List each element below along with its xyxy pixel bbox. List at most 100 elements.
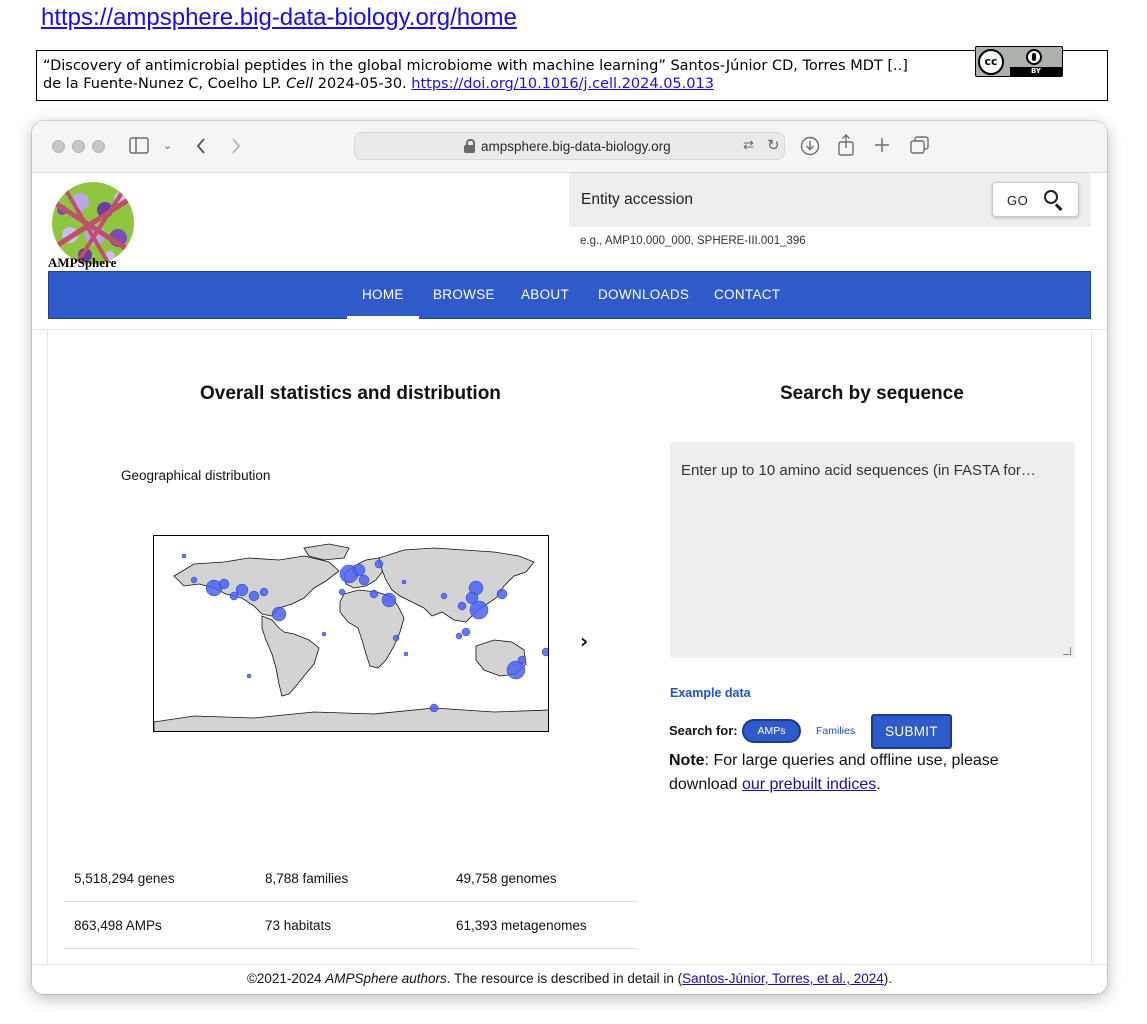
sequence-placeholder: Enter up to 10 amino acid sequences (in … <box>681 462 1036 479</box>
main-navbar: HOME BROWSE ABOUT DOWNLOADS CONTACT <box>48 271 1091 319</box>
note-label: Note <box>669 752 705 769</box>
nav-contact[interactable]: CONTACT <box>714 287 780 302</box>
asia-land <box>378 547 535 623</box>
geographical-distribution-map[interactable] <box>153 535 549 732</box>
sample-location-point <box>352 563 366 577</box>
sample-location-point <box>392 634 400 642</box>
share-icon[interactable] <box>837 134 855 156</box>
top-url-link[interactable]: https://ampsphere.big-data-biology.org/h… <box>41 4 517 32</box>
go-search-button[interactable]: GO <box>992 182 1079 217</box>
go-label: GO <box>1007 193 1029 208</box>
stats-heading: Overall statistics and distribution <box>200 383 501 404</box>
nav-active-indicator <box>347 316 419 319</box>
accession-hint: e.g., AMP10.000_000, SPHERE-III.001_396 <box>580 235 806 247</box>
submit-button[interactable]: SUBMIT <box>871 714 952 749</box>
lock-icon <box>464 139 475 153</box>
new-tab-icon[interactable] <box>874 137 890 153</box>
logo-text: AMPSphere <box>48 255 117 270</box>
stat-genes: 5,518,294 genes <box>74 871 175 886</box>
sidebar-icon[interactable] <box>129 137 149 154</box>
entity-accession-placeholder: Entity accession <box>581 191 693 208</box>
sample-location-point <box>541 647 548 657</box>
sample-location-point <box>457 601 467 611</box>
sample-location-point <box>369 589 379 599</box>
stats-row: 863,498 AMPs 73 habitats 61,393 metageno… <box>64 902 638 949</box>
note-end: . <box>876 776 881 793</box>
back-icon[interactable] <box>196 138 206 154</box>
sample-location-point <box>461 627 471 637</box>
resize-handle-icon[interactable] <box>1063 647 1071 655</box>
example-data-link[interactable]: Example data <box>670 686 751 700</box>
sample-location-point <box>455 632 463 640</box>
citation-journal: Cell <box>286 76 314 92</box>
content-border-right <box>1091 330 1092 970</box>
stats-table: 5,518,294 genes 8,788 families 49,758 ge… <box>64 855 638 949</box>
sample-location-point <box>469 600 489 620</box>
reload-icon[interactable]: ↻ <box>767 136 780 154</box>
north-america-land <box>173 555 340 617</box>
footer-end: ). <box>883 971 893 986</box>
sample-location-point <box>218 578 230 590</box>
footer-paper-link[interactable]: Santos-Júnior, Torres, et al., 2024 <box>682 971 884 986</box>
by-label: BY <box>1010 67 1062 76</box>
sample-location-point <box>374 559 384 569</box>
sample-location-point <box>259 587 269 597</box>
nav-about[interactable]: ABOUT <box>521 287 569 302</box>
sample-location-point <box>403 651 409 657</box>
antarctica-land <box>154 707 548 731</box>
prebuilt-indices-link[interactable]: our prebuilt indices <box>742 776 876 793</box>
stat-amps: 863,498 AMPs <box>74 918 162 933</box>
address-bar[interactable]: ampsphere.big-data-biology.org ⇄ ↻ <box>354 132 785 160</box>
footer-text: . The resource is described in detail in… <box>446 971 683 986</box>
address-url: ampsphere.big-data-biology.org <box>481 139 671 154</box>
sample-location-point <box>381 592 397 608</box>
sample-location-point <box>401 579 407 585</box>
nav-home[interactable]: HOME <box>362 287 404 302</box>
sample-location-point <box>429 703 439 713</box>
south-america-land <box>261 615 320 697</box>
nav-browse[interactable]: BROWSE <box>433 287 495 302</box>
nav-downloads[interactable]: DOWNLOADS <box>598 287 689 302</box>
option-families-toggle[interactable]: Families <box>816 725 855 737</box>
note-text: Note: For large queries and offline use,… <box>669 749 1049 797</box>
search-for-label: Search for: <box>669 723 738 738</box>
header-divider <box>32 329 1107 330</box>
minimize-window-button[interactable] <box>72 140 85 153</box>
map-next-arrow-icon[interactable]: › <box>580 629 588 653</box>
sample-location-point <box>517 655 527 665</box>
close-window-button[interactable] <box>52 140 65 153</box>
sample-location-point <box>248 590 260 602</box>
tab-overview-icon[interactable] <box>910 136 930 155</box>
attribution-person-icon <box>1026 49 1042 65</box>
world-map <box>154 543 548 731</box>
sample-location-point <box>496 588 508 600</box>
translate-icon[interactable]: ⇄ <box>743 137 754 153</box>
sample-location-point <box>229 591 239 601</box>
option-amps-toggle[interactable]: AMPs <box>742 719 801 743</box>
forward-icon[interactable] <box>231 138 241 154</box>
browser-toolbar: ⌄ ampsphere.big-data-biology.org ⇄ ↻ <box>32 121 1107 173</box>
cc-icon: cc <box>978 49 1004 75</box>
chevron-down-icon[interactable]: ⌄ <box>163 136 172 156</box>
stat-families: 8,788 families <box>265 871 349 886</box>
zoom-window-button[interactable] <box>92 140 105 153</box>
page-footer: ©2021-2024 AMPSphere authors. The resour… <box>32 964 1107 994</box>
download-icon[interactable] <box>800 136 820 156</box>
stat-genomes: 49,758 genomes <box>456 871 557 886</box>
citation-box: “Discovery of antimicrobial peptides in … <box>36 50 1108 101</box>
sample-location-point <box>321 631 327 637</box>
sequence-textarea[interactable]: Enter up to 10 amino acid sequences (in … <box>670 442 1075 658</box>
sample-location-point <box>358 574 370 586</box>
sample-location-point <box>246 673 252 679</box>
citation-date: 2024-05-30. <box>317 76 407 92</box>
stat-metagenomes: 61,393 metagenomes <box>456 918 587 933</box>
content-border-left <box>47 330 48 970</box>
sample-location-point <box>181 553 187 559</box>
stat-habitats: 73 habitats <box>265 918 332 933</box>
browser-window: ⌄ ampsphere.big-data-biology.org ⇄ ↻ AMP… <box>32 121 1107 994</box>
citation-doi-link[interactable]: https://doi.org/10.1016/j.cell.2024.05.0… <box>411 76 714 92</box>
sample-location-point <box>271 606 287 622</box>
sample-location-point <box>440 592 448 600</box>
citation-line-1: “Discovery of antimicrobial peptides in … <box>43 58 908 74</box>
search-icon <box>1044 190 1058 204</box>
